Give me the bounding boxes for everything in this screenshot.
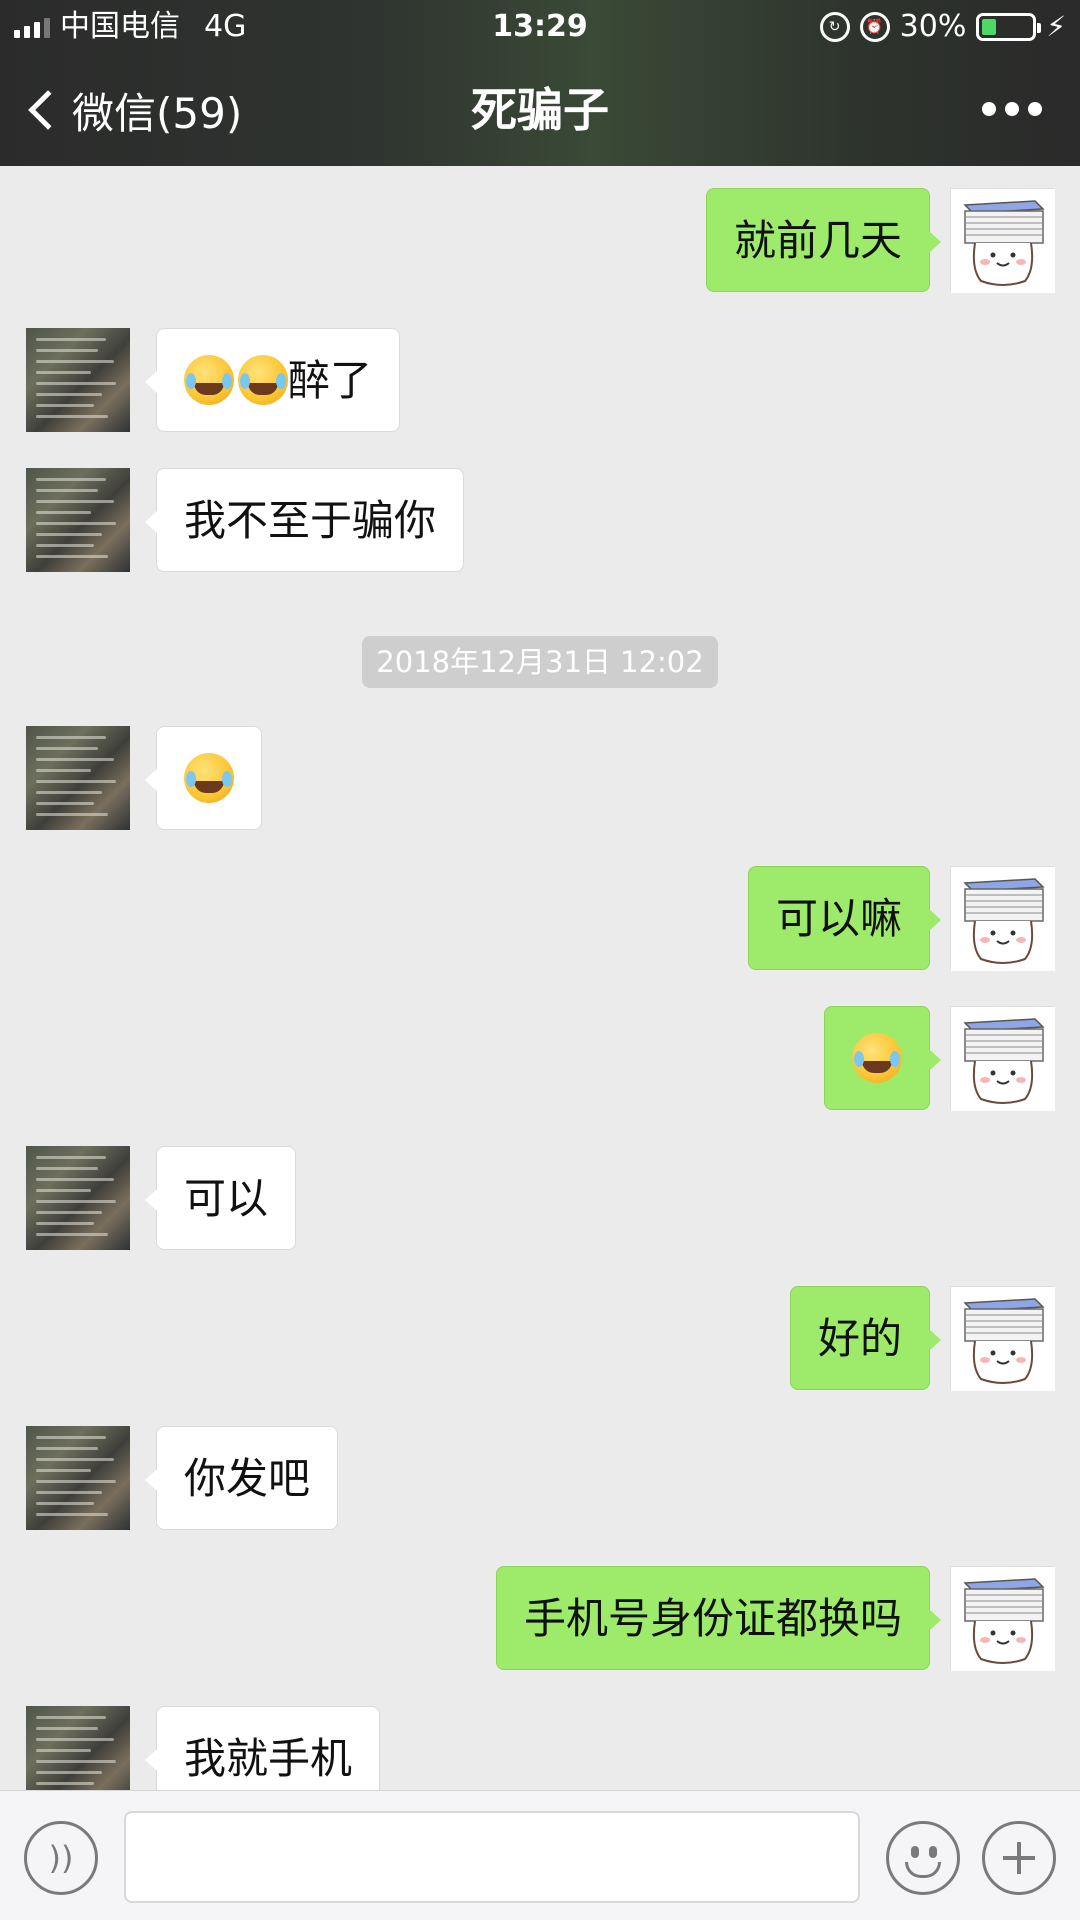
message-text: 我就手机 xyxy=(184,1734,353,1783)
box-mascot-avatar-image xyxy=(951,1567,1055,1671)
nav-bar: 微信(59) 死骗子 xyxy=(0,54,1080,166)
contact-avatar[interactable] xyxy=(26,1706,130,1790)
message-row-received: 我就手机 xyxy=(0,1706,1080,1790)
laughing-crying-emoji-icon xyxy=(852,1032,902,1083)
message-text: 就前几天 xyxy=(733,216,902,265)
message-row-sent xyxy=(0,1006,1080,1112)
smile-icon xyxy=(911,1846,919,1858)
message-bubble[interactable] xyxy=(824,1006,941,1110)
laughing-crying-emoji-icon xyxy=(184,752,234,803)
charging-icon: ⚡︎ xyxy=(1046,10,1066,43)
emoji-button[interactable] xyxy=(886,1821,960,1895)
message-row-received: 醉了 xyxy=(0,328,1080,434)
message-row-received: 可以 xyxy=(0,1146,1080,1252)
my-avatar[interactable] xyxy=(950,1006,1055,1111)
message-bubble[interactable]: 就前几天 xyxy=(705,188,942,292)
time-divider: 2018年12月31日 12:02 xyxy=(362,636,718,688)
box-mascot-avatar-image xyxy=(951,867,1055,971)
message-row-received: 我不至于骗你 xyxy=(0,468,1080,574)
message-bubble[interactable]: 好的 xyxy=(789,1286,942,1390)
message-bubble[interactable]: 你发吧 xyxy=(144,1426,339,1530)
message-text: 你发吧 xyxy=(184,1454,311,1503)
message-row-sent: 手机号身份证都换吗 xyxy=(0,1566,1080,1672)
message-text: 可以 xyxy=(184,1174,269,1223)
message-bubble[interactable]: 手机号身份证都换吗 xyxy=(495,1566,942,1670)
message-row-received xyxy=(0,726,1080,832)
input-bar: )) xyxy=(0,1790,1080,1920)
message-text: 手机号身份证都换吗 xyxy=(523,1594,902,1643)
message-text: 醉了 xyxy=(288,356,373,405)
message-row-sent: 可以嘛 xyxy=(0,866,1080,972)
my-avatar[interactable] xyxy=(950,188,1055,293)
message-input[interactable] xyxy=(124,1811,860,1903)
message-row-received: 你发吧 xyxy=(0,1426,1080,1532)
message-row-sent: 好的 xyxy=(0,1286,1080,1392)
alarm-icon: ⏰ xyxy=(859,12,890,42)
voice-icon: )) xyxy=(48,1839,74,1877)
my-avatar[interactable] xyxy=(950,1286,1055,1391)
contact-avatar[interactable] xyxy=(26,1426,130,1530)
more-dots-icon xyxy=(982,102,996,116)
message-bubble[interactable]: 可以嘛 xyxy=(747,866,942,970)
box-mascot-avatar-image xyxy=(951,189,1055,293)
plus-button[interactable] xyxy=(982,1821,1056,1895)
box-mascot-avatar-image xyxy=(951,1007,1055,1111)
message-bubble[interactable]: 我就手机 xyxy=(144,1706,381,1790)
message-bubble[interactable]: 我不至于骗你 xyxy=(144,468,465,572)
message-bubble[interactable]: 可以 xyxy=(144,1146,297,1250)
contact-avatar[interactable] xyxy=(26,328,130,432)
my-avatar[interactable] xyxy=(950,866,1055,971)
box-mascot-avatar-image xyxy=(951,1287,1055,1391)
rotation-lock-icon: ↻ xyxy=(819,12,850,42)
laughing-crying-emoji-icon xyxy=(184,354,234,405)
message-bubble[interactable] xyxy=(145,726,262,830)
top-bar: 中国电信 4G 13:29 ↻ ⏰ 30% ⚡︎ 微信(59) 死骗子 xyxy=(0,0,1080,166)
my-avatar[interactable] xyxy=(950,1566,1055,1671)
message-text: 可以嘛 xyxy=(775,894,902,943)
contact-avatar[interactable] xyxy=(26,1146,130,1250)
battery-icon xyxy=(976,13,1042,41)
more-button[interactable] xyxy=(982,102,1042,116)
laughing-crying-emoji-icon xyxy=(238,354,288,405)
message-row-sent: 就前几天 xyxy=(0,188,1080,294)
battery-percent: 30% xyxy=(899,9,967,44)
message-text: 好的 xyxy=(817,1314,902,1363)
voice-button[interactable]: )) xyxy=(24,1821,98,1895)
chat-area[interactable]: 就前几天醉了我不至于骗你可以嘛可以好的你发吧手机号身份证都换吗我就手机 2018年… xyxy=(0,166,1080,1790)
message-text: 我不至于骗你 xyxy=(184,496,437,545)
status-bar: 中国电信 4G 13:29 ↻ ⏰ 30% ⚡︎ xyxy=(0,0,1080,54)
contact-avatar[interactable] xyxy=(26,468,130,572)
contact-avatar[interactable] xyxy=(26,726,130,830)
chat-title: 死骗子 xyxy=(471,83,609,137)
message-bubble[interactable]: 醉了 xyxy=(144,328,401,432)
